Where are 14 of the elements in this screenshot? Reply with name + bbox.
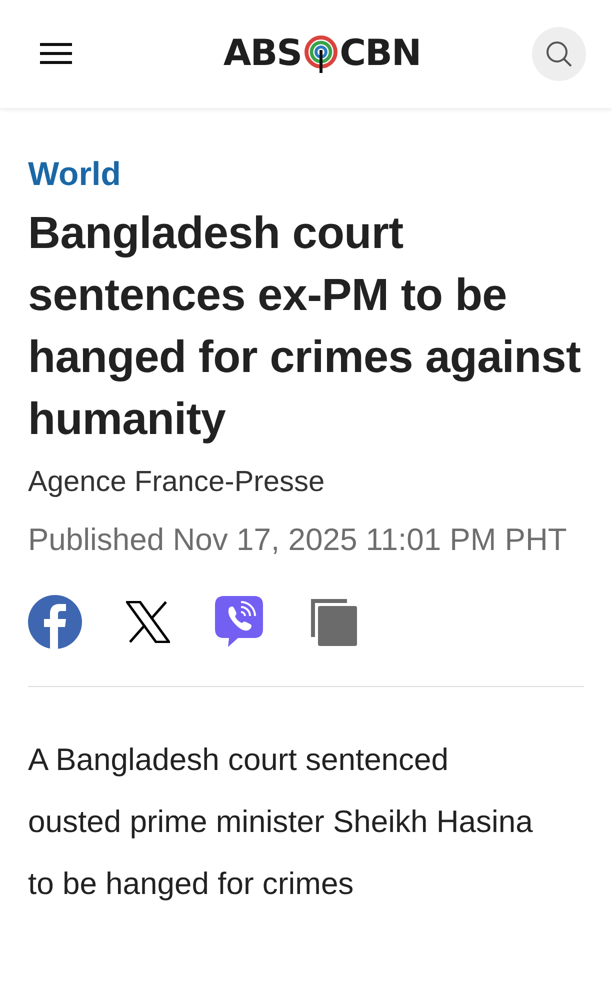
headline: Bangladesh court sentences ex-PM to be hanged for crimes against humanity bbox=[28, 206, 582, 446]
x-logo-icon[interactable] bbox=[126, 601, 170, 643]
article-body: A Bangladesh court sentenced ousted prime minister Sheikh Hasina to be hanged for crimes bbox=[28, 741, 534, 903]
category-link[interactable]: World bbox=[28, 152, 584, 196]
signal-logo-icon[interactable] bbox=[304, 35, 338, 73]
author: Agence France-Presse bbox=[28, 465, 326, 500]
logo-text: CBN bbox=[340, 36, 421, 72]
phone-chat-icon[interactable] bbox=[214, 595, 264, 649]
menu-icon[interactable] bbox=[40, 43, 72, 65]
copy-icon[interactable] bbox=[308, 597, 358, 647]
search-icon bbox=[544, 40, 573, 68]
facebook-icon[interactable] bbox=[28, 595, 82, 649]
logo-text: ABS bbox=[223, 36, 302, 72]
published-date: Published Nov 17, 2025 11:01 PM PHT bbox=[28, 521, 568, 559]
